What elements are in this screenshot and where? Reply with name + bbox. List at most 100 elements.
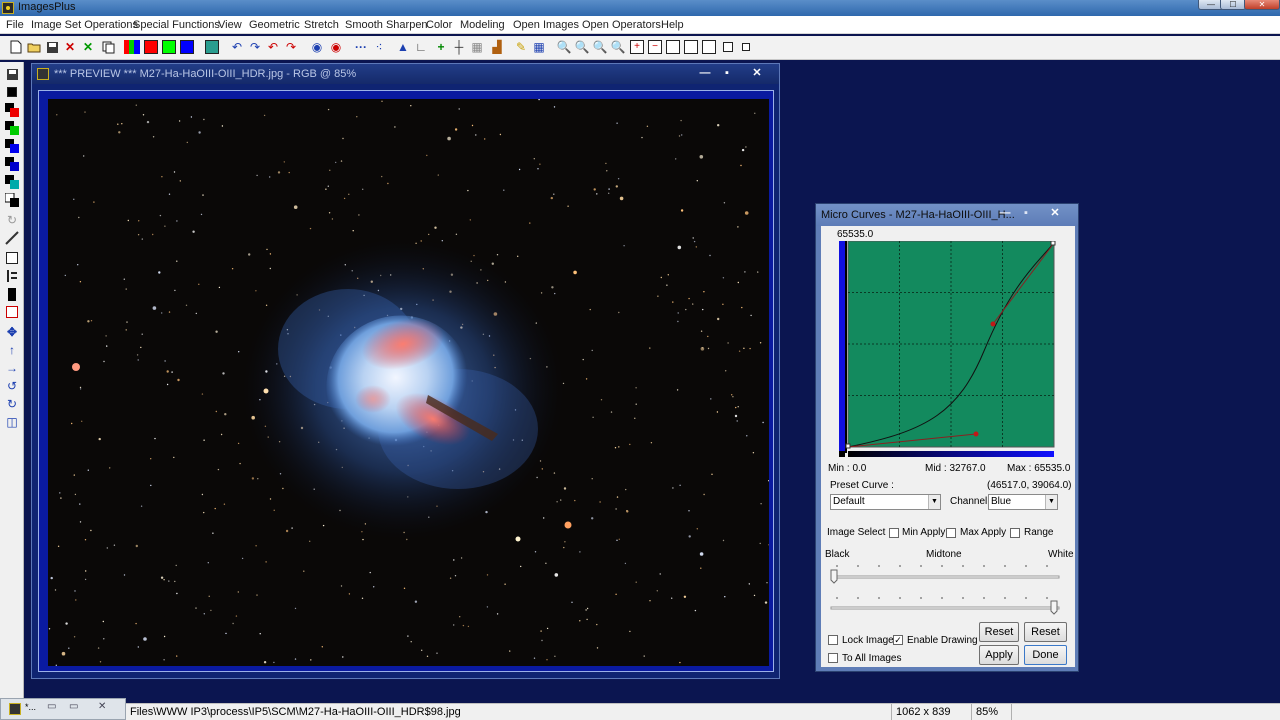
close-image-icon[interactable]: ✕ [62,39,78,55]
zoom-out-icon[interactable]: 🔍 [574,39,590,55]
channel-select[interactable]: Blue ▼ [988,494,1058,510]
blue-point-2-icon[interactable] [4,156,20,172]
done-button[interactable]: Done [1024,645,1067,665]
undo-all-icon[interactable]: ↶ [265,39,281,55]
preset-curve-select[interactable]: Default ▼ [830,494,941,510]
zoom-actual-icon[interactable]: 🔍 [610,39,626,55]
black-white-sliders[interactable] [827,560,1067,620]
refresh-icon[interactable]: ↻ [4,212,20,228]
curve-graph[interactable] [839,241,1059,461]
frame-1-icon[interactable] [665,39,681,55]
gradient-icon[interactable] [4,230,20,246]
menu-file[interactable]: File [6,19,24,31]
curves-close-button[interactable]: ✕ [1044,205,1066,221]
table-icon[interactable]: ▦ [531,39,547,55]
frame-4-icon[interactable] [720,39,736,55]
preview-maximize-button[interactable]: ▪ [716,65,738,81]
new-file-icon[interactable] [8,39,24,55]
lock-image-checkbox[interactable] [828,635,838,645]
chip-close-icon[interactable]: ✕ [98,701,106,712]
fit-icon[interactable]: ◫ [4,414,20,430]
move-icon[interactable]: ✥ [4,324,20,340]
dots-icon[interactable]: ··· [353,39,369,55]
menu-help[interactable]: Help [661,19,684,31]
reset-all-button[interactable]: Reset All [1024,622,1067,656]
crosshair-icon[interactable]: ┼ [451,39,467,55]
enable-drawing-checkbox[interactable]: ✓ [893,635,903,645]
menu-open-images[interactable]: Open Images [513,19,579,31]
undo-icon[interactable]: ↶ [229,39,245,55]
maximize-button[interactable]: ☐ [1220,0,1246,10]
teal-point-icon[interactable] [4,174,20,190]
open-folder-icon[interactable] [26,39,42,55]
points-icon[interactable]: ⁖ [371,39,387,55]
histogram-icon[interactable]: ▲ [395,39,411,55]
menu-smooth-sharpen[interactable]: Smooth Sharpen [345,19,428,31]
redo-icon[interactable]: ↷ [247,39,263,55]
black-bar-icon[interactable] [4,286,20,302]
grid-view-icon[interactable] [204,39,220,55]
circle-select-red-icon[interactable]: ◉ [328,39,344,55]
max-apply-checkbox[interactable] [946,528,956,538]
menu-special-functions[interactable]: Special Functions [133,19,220,31]
rotate-left-icon[interactable]: ↺ [4,378,20,394]
save-icon[interactable] [4,66,20,82]
preview-minimize-button[interactable]: — [694,65,716,81]
blue-point-icon[interactable] [4,138,20,154]
frame-5-icon[interactable] [738,39,754,55]
add-icon[interactable]: + [433,39,449,55]
preview-close-button[interactable]: ✕ [746,65,768,81]
menu-color[interactable]: Color [426,19,452,31]
grid-overlay-icon[interactable]: ▦ [469,39,485,55]
menu-geometric[interactable]: Geometric [249,19,300,31]
reset-button[interactable]: Reset [979,622,1019,642]
axis-icon[interactable]: ∟ [413,39,429,55]
nebula-image[interactable] [48,99,769,666]
align-icon[interactable] [4,268,20,284]
frame-3-icon[interactable] [701,39,717,55]
zoom-fit-icon[interactable]: 🔍 [592,39,608,55]
rotate-right-icon[interactable]: ↻ [4,396,20,412]
green-channel-icon[interactable] [161,39,177,55]
pencil-icon[interactable]: ✎ [513,39,529,55]
chip-maximize-icon[interactable]: ▭ [69,701,78,712]
green-point-icon[interactable] [4,120,20,136]
save-icon[interactable] [44,39,60,55]
blue-channel-icon[interactable] [179,39,195,55]
menu-view[interactable]: View [218,19,242,31]
close-button[interactable]: ✕ [1244,0,1280,10]
curves-title-bar[interactable]: Micro Curves - M27-Ha-HaOIII-OIII_H... —… [816,204,1078,226]
zoom-plus-box-icon[interactable]: + [629,39,645,55]
menu-image-set-operations[interactable]: Image Set Operations [31,19,138,31]
red-point-icon[interactable] [4,102,20,118]
white-point-icon[interactable] [4,192,20,208]
menu-modeling[interactable]: Modeling [460,19,505,31]
arrow-right-icon[interactable]: → [4,360,20,376]
copy-icon[interactable] [100,39,116,55]
red-channel-icon[interactable] [143,39,159,55]
preview-title-bar[interactable]: *** PREVIEW *** M27-Ha-HaOIII-OIII_HDR.j… [32,64,779,84]
chip-restore-icon[interactable]: ▭ [47,701,56,712]
zoom-minus-box-icon[interactable]: − [647,39,663,55]
range-checkbox[interactable] [1010,528,1020,538]
select-box-icon[interactable] [4,250,20,266]
apply-button[interactable]: Apply [979,645,1019,665]
white-label: White [1048,549,1074,560]
curves-minimize-button[interactable]: — [994,205,1016,221]
close-all-icon[interactable]: ✕ [80,39,96,55]
arrow-up-icon[interactable]: ↑ [4,342,20,358]
to-all-images-checkbox[interactable] [828,653,838,663]
circle-select-icon[interactable]: ◉ [309,39,325,55]
menu-open-operators[interactable]: Open Operators [582,19,661,31]
minimized-window-chip[interactable]: *... ▭ ▭ ✕ [0,698,126,720]
brush-icon[interactable]: ▟ [489,39,505,55]
zoom-in-icon[interactable]: 🔍 [556,39,572,55]
curves-maximize-button[interactable]: ▪ [1015,205,1037,221]
min-apply-checkbox[interactable] [889,528,899,538]
frame-2-icon[interactable] [683,39,699,55]
redo-all-icon[interactable]: ↷ [283,39,299,55]
black-point-icon[interactable] [4,84,20,100]
menu-stretch[interactable]: Stretch [304,19,339,31]
select-region-icon[interactable] [4,304,20,320]
rgb-channels-icon[interactable] [124,39,140,55]
